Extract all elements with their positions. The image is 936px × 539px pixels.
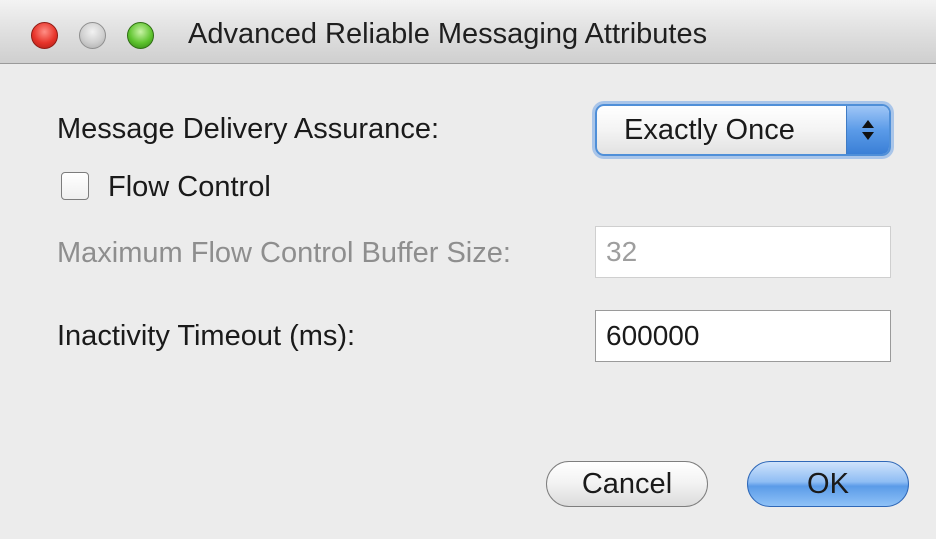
buffer-size-label: Maximum Flow Control Buffer Size: — [57, 237, 511, 269]
dialog-window: Advanced Reliable Messaging Attributes M… — [0, 0, 936, 539]
ok-button[interactable]: OK — [747, 461, 909, 507]
cancel-button[interactable]: Cancel — [546, 461, 708, 507]
buffer-size-field[interactable] — [595, 226, 891, 278]
zoom-icon[interactable] — [127, 22, 154, 49]
inactivity-timeout-label: Inactivity Timeout (ms): — [57, 320, 356, 352]
title-bar[interactable]: Advanced Reliable Messaging Attributes — [0, 0, 936, 64]
minimize-icon[interactable] — [79, 22, 106, 49]
delivery-assurance-label: Message Delivery Assurance: — [57, 113, 439, 145]
flow-control-checkbox[interactable] — [61, 172, 89, 200]
delivery-assurance-select[interactable]: Exactly Once — [595, 104, 891, 156]
flow-control-label[interactable]: Flow Control — [108, 171, 271, 204]
close-icon[interactable] — [31, 22, 58, 49]
delivery-assurance-value: Exactly Once — [624, 114, 795, 146]
chevron-up-down-icon[interactable] — [846, 106, 889, 154]
inactivity-timeout-field[interactable] — [595, 310, 891, 362]
window-title: Advanced Reliable Messaging Attributes — [188, 18, 708, 50]
